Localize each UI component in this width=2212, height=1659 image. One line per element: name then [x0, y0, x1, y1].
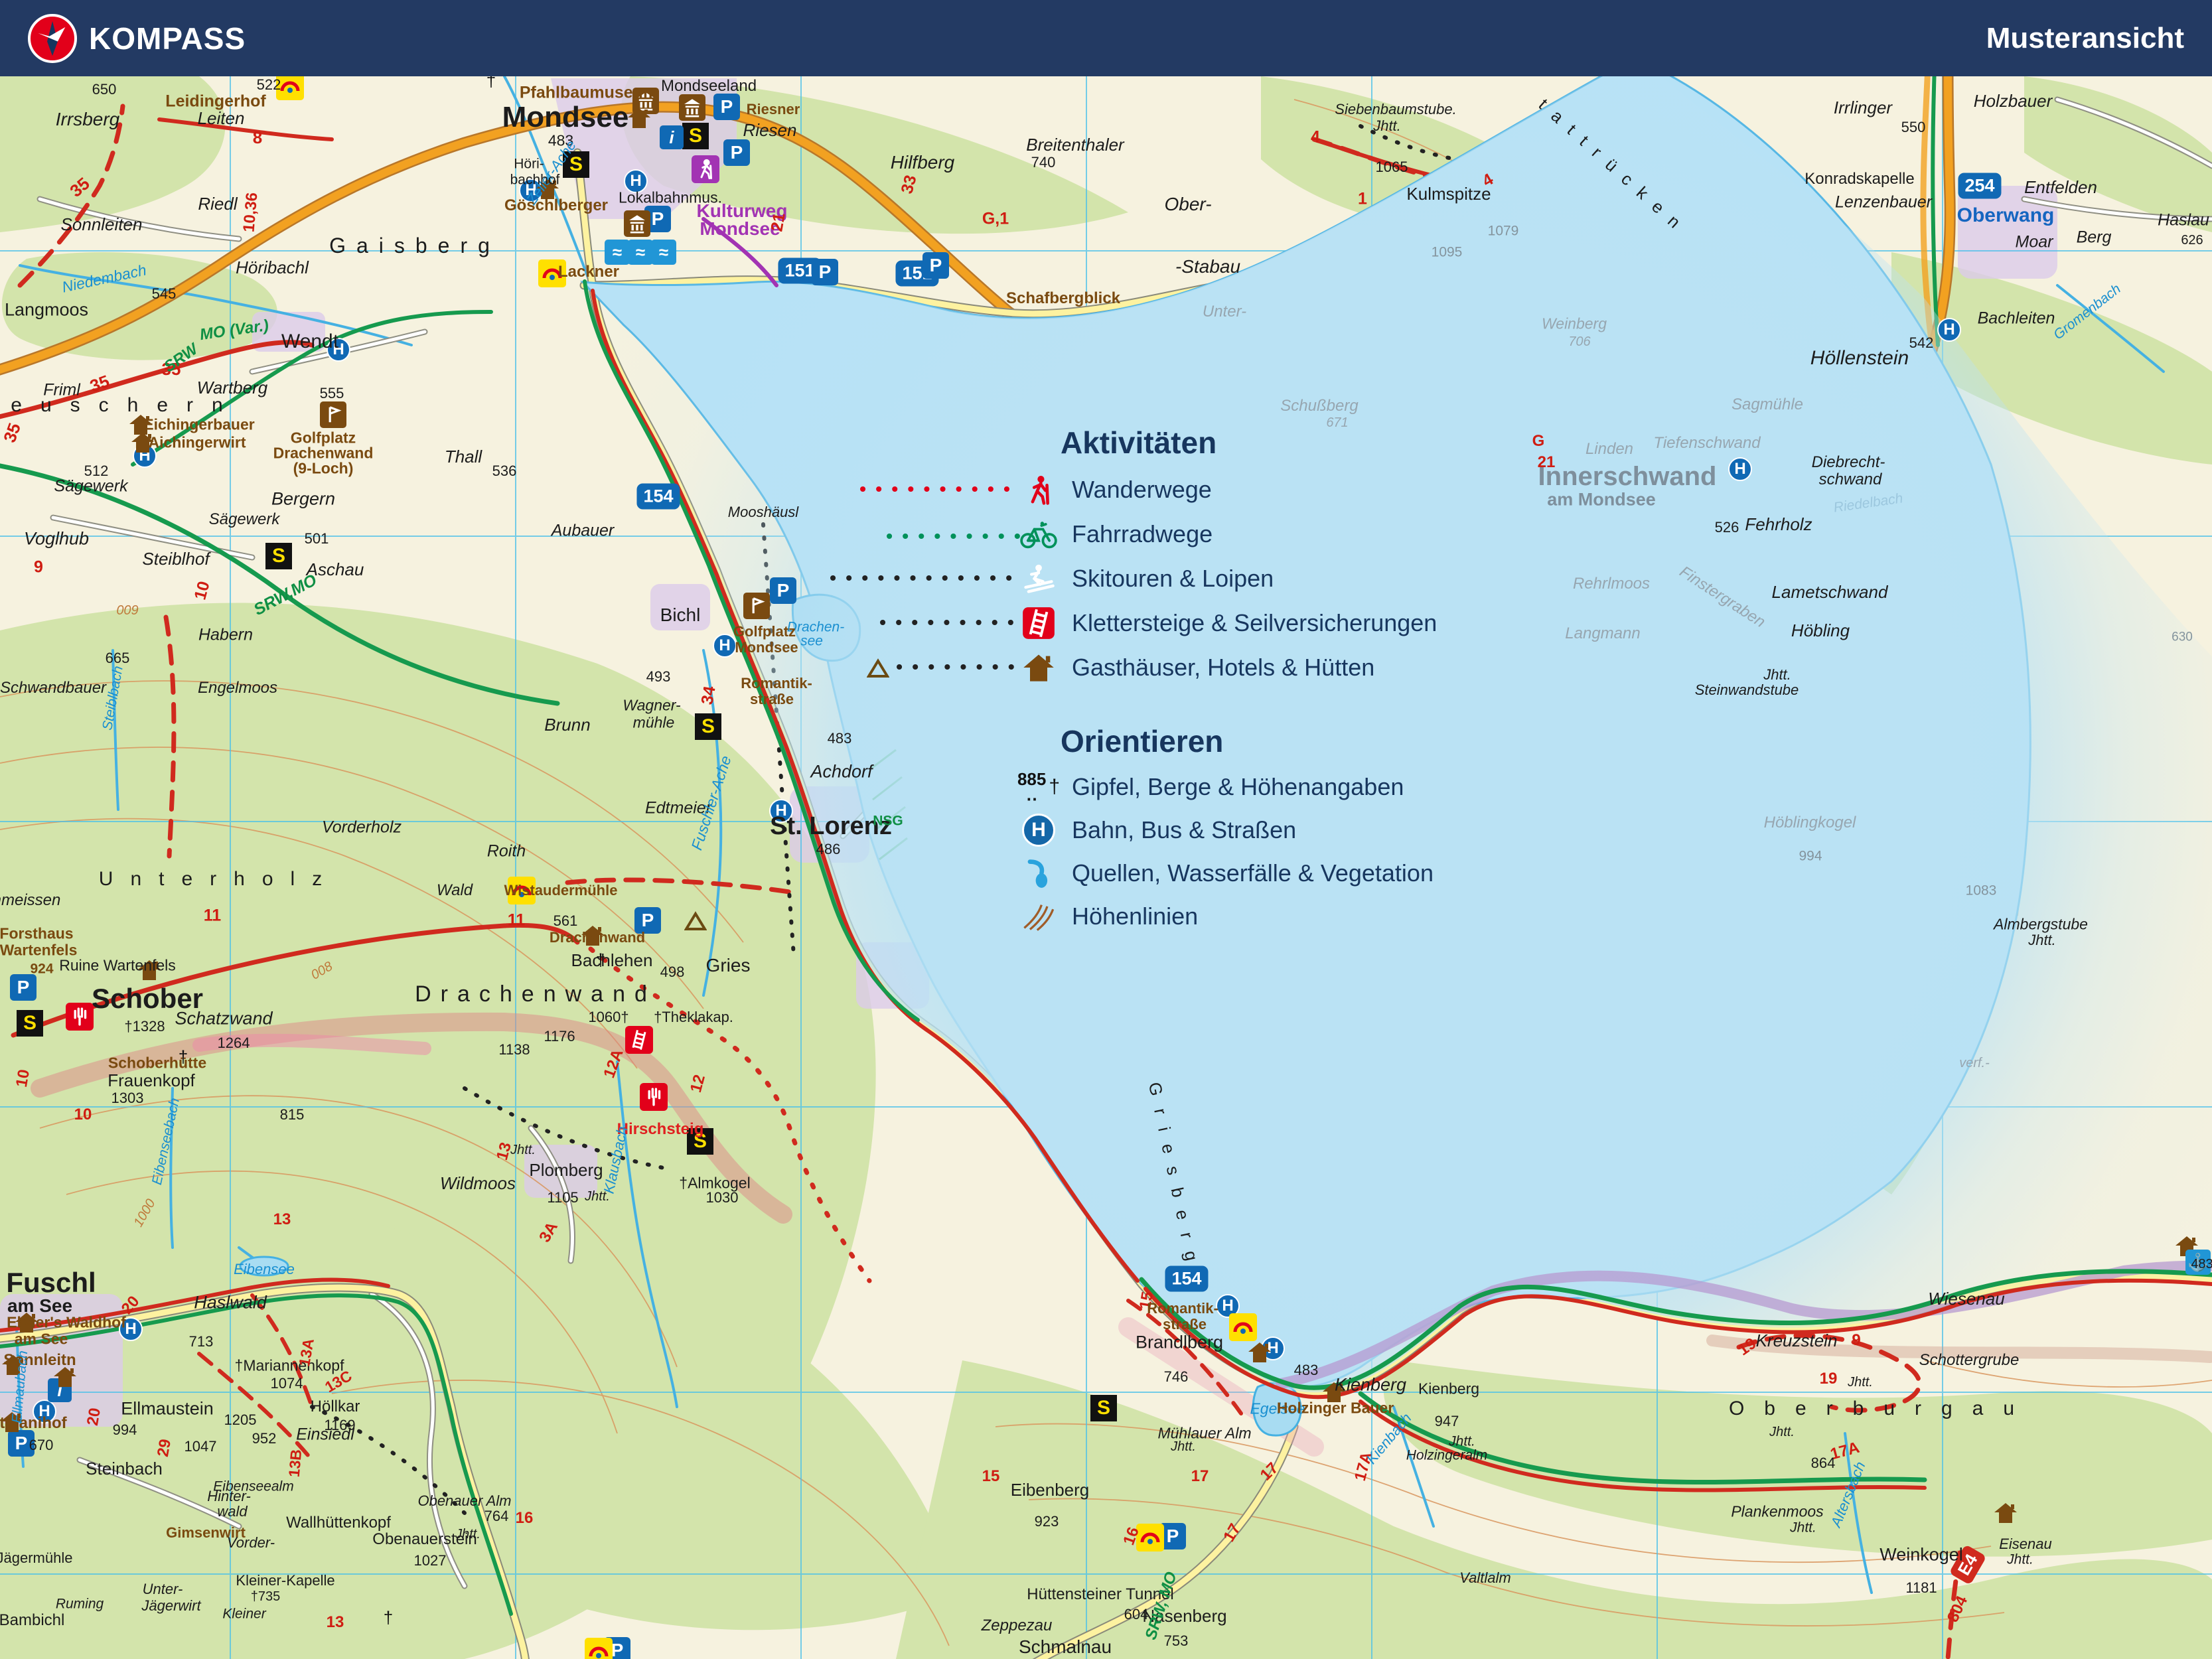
header-bar: KOMPASS Musteransicht	[0, 0, 2212, 76]
kompass-logo-icon	[28, 14, 77, 63]
kompass-map-sample-page: { "header": {"brand": "KOMPASS", "title"…	[0, 0, 2212, 1659]
brand: KOMPASS	[28, 14, 246, 63]
map-canvas	[0, 0, 2212, 1659]
brand-name: KOMPASS	[89, 21, 246, 56]
page-title: Musteransicht	[1986, 22, 2184, 55]
